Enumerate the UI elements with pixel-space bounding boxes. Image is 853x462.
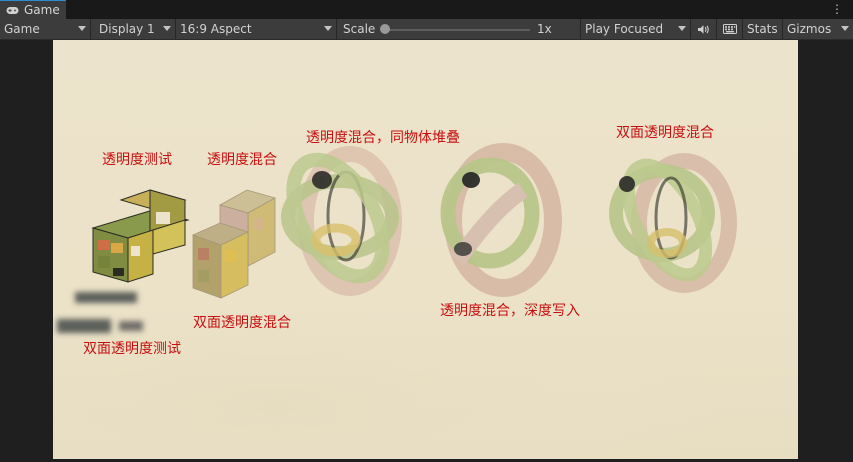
aspect-select-label: 16:9 Aspect: [180, 22, 252, 36]
more-options-icon[interactable]: ⋮: [831, 2, 843, 16]
tab-bar: Game ⋮: [0, 0, 853, 19]
view-select[interactable]: Game: [0, 19, 91, 39]
gizmos-select[interactable]: Gizmos: [783, 19, 853, 39]
chevron-down-icon: [78, 26, 86, 31]
label-double-sided-blend: 双面透明度混合: [193, 315, 291, 331]
scene-render: [53, 143, 798, 459]
play-mode-select[interactable]: Play Focused: [581, 19, 691, 39]
game-render-view[interactable]: 透明度测试 透明度混合 透明度混合，同物体堆叠 双面透明度混合 双面透明度混合 …: [53, 40, 798, 459]
chevron-down-icon: [841, 26, 849, 31]
chevron-down-icon: [324, 26, 332, 31]
label-double-sided-blend-top: 双面透明度混合: [616, 125, 714, 141]
aspect-select[interactable]: 16:9 Aspect: [176, 19, 337, 39]
mute-audio-button[interactable]: [691, 19, 717, 39]
stats-label: Stats: [747, 22, 778, 36]
view-select-label: Game: [4, 22, 40, 36]
scale-label: Scale: [343, 22, 376, 36]
chevron-down-icon: [678, 26, 686, 31]
tab-label: Game: [24, 3, 60, 17]
game-toolbar: Game Display 1 16:9 Aspect Scale 1x Play…: [0, 19, 853, 40]
label-alpha-test: 透明度测试: [102, 152, 172, 168]
label-double-sided-test: 双面透明度测试: [83, 341, 181, 357]
scale-value: 1x: [537, 22, 552, 36]
display-select-label: Display 1: [99, 22, 155, 36]
shortcuts-button[interactable]: [717, 19, 743, 39]
scale-slider-thumb[interactable]: [380, 24, 390, 34]
stats-button[interactable]: Stats: [743, 19, 783, 39]
speaker-icon: [698, 24, 709, 34]
label-alpha-blend-zwrite: 透明度混合，深度写入: [440, 303, 580, 319]
scale-slider-track[interactable]: [384, 29, 530, 31]
play-mode-label: Play Focused: [585, 22, 664, 36]
chevron-down-icon: [163, 26, 171, 31]
label-alpha-blend: 透明度混合: [207, 152, 277, 168]
keyboard-icon: [722, 24, 737, 34]
display-select[interactable]: Display 1: [91, 19, 176, 39]
label-alpha-blend-stacked: 透明度混合，同物体堆叠: [306, 130, 460, 146]
tab-game[interactable]: Game: [0, 0, 66, 19]
gizmos-label: Gizmos: [787, 22, 832, 36]
gamepad-icon: [6, 6, 19, 14]
